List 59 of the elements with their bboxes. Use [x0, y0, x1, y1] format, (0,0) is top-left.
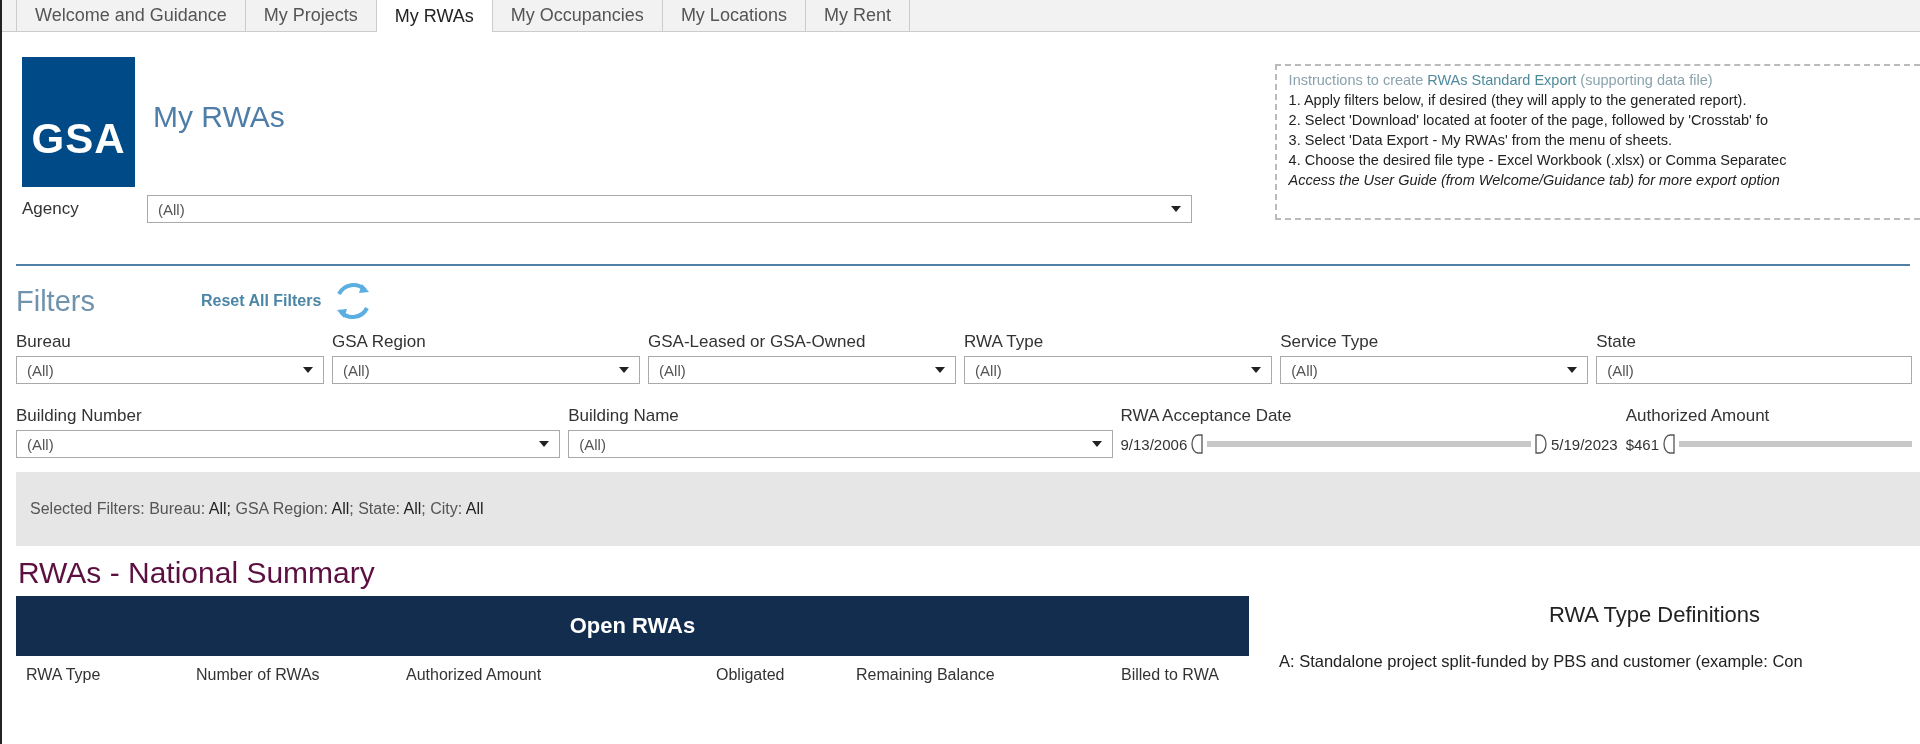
slider-fill[interactable] [1679, 441, 1912, 447]
reset-filters-button[interactable]: Reset All Filters [201, 292, 322, 310]
filter-label: State [1596, 332, 1637, 353]
dropdown[interactable]: (All) [147, 195, 1192, 223]
dropdown[interactable]: (All) [1596, 356, 1913, 384]
filter-label: RWA Acceptance Date [1120, 406, 1293, 427]
dropdown[interactable]: (All) [568, 430, 1113, 458]
dropdown[interactable]: (All) [648, 356, 957, 384]
slider-handle[interactable] [1534, 434, 1547, 454]
caret-icon [1171, 206, 1181, 212]
tab[interactable]: My RWAs [375, 0, 492, 32]
filter-label: Service Type [1280, 332, 1380, 353]
caret-icon [619, 367, 630, 373]
caret-icon [303, 367, 314, 373]
dropdown[interactable]: (All) [16, 430, 561, 458]
column-header: Billed to RWA [1121, 666, 1220, 684]
definitions-title: RWA Type Definitions [1548, 602, 1761, 628]
filter-label: Building Number [16, 406, 143, 427]
selected-filters-text: Selected Filters: Bureau: All; GSA Region: All; State: All; City: All [30, 500, 484, 518]
instructions-note: Access the User Guide (from Welcome/Guidance tab) for more export option [1288, 172, 1781, 188]
filter-label: Bureau [16, 332, 72, 353]
caret-icon [539, 441, 550, 447]
slider-min-label: $461 [1625, 435, 1660, 453]
slider-handle[interactable] [1191, 434, 1204, 454]
instruction-step: 3. Select 'Data Export - My RWAs' from the menu of sheets. [1288, 132, 1920, 148]
filter-label: Authorized Amount [1625, 406, 1771, 427]
dropdown[interactable]: (All) [1280, 356, 1589, 384]
table-banner: Open RWAs [16, 596, 1249, 656]
column-header: Remaining Balance [856, 666, 996, 684]
caret-icon [1091, 441, 1102, 447]
caret-icon [935, 367, 946, 373]
caret-icon [1567, 367, 1578, 373]
tab[interactable]: My Rent [804, 0, 910, 31]
slider-max-label: 5/19/2023 [1550, 435, 1618, 453]
caret-icon [1251, 367, 1262, 373]
dropdown[interactable]: (All) [332, 356, 641, 384]
instruction-step: 2. Select 'Download' located at footer of the page, followed by 'Crosstab' fo [1288, 112, 1920, 128]
filter-label: RWA Type [964, 332, 1045, 353]
slider-fill[interactable] [1207, 441, 1531, 447]
field-label: Agency [22, 199, 80, 219]
instructions-title: Instructions to create RWAs Standard Export (supporting data file) [1288, 72, 1714, 88]
definition-text: A: Standalone project split-funded by PBS and customer (example: Con [1279, 652, 1804, 671]
logo: GSA [22, 57, 135, 187]
filter-label: GSA-Leased or GSA-Owned [648, 332, 867, 353]
column-header: RWA Type [26, 666, 102, 684]
instruction-step: 4. Choose the desired file type - Excel Workbook (.xlsx) or Comma Separatec [1288, 152, 1920, 168]
slider-min-label: 9/13/2006 [1120, 435, 1188, 453]
dropdown[interactable]: (All) [16, 356, 325, 384]
instruction-step: 1. Apply filters below, if desired (they will apply to the generated report). [1288, 92, 1920, 108]
column-header: Authorized Amount [406, 666, 543, 684]
slider-handle[interactable] [1663, 434, 1676, 454]
column-header: Number of RWAs [196, 666, 321, 684]
filter-label: GSA Region [332, 332, 427, 353]
filters-title: Filters [16, 284, 96, 318]
filter-label: Building Name [568, 406, 680, 427]
column-header: Obligated [716, 666, 786, 684]
section-title: RWAs - National Summary [18, 556, 376, 590]
dropdown[interactable]: (All) [964, 356, 1273, 384]
page-title: My RWAs [153, 100, 285, 134]
